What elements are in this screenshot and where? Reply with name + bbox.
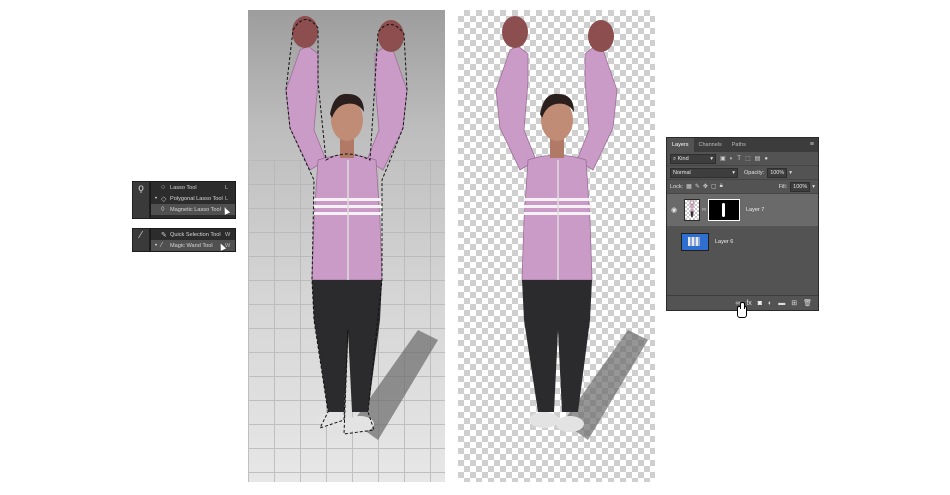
add-mask-icon[interactable]: ◙ [758,300,762,307]
cutout-image-panel [458,10,655,482]
lasso-tool-button[interactable]: ϙ [132,181,150,219]
menu-item-quick-selection-tool[interactable]: ✎ Quick Selection Tool W [151,229,235,240]
tab-channels[interactable]: Channels [694,138,727,152]
lock-transparency-icon[interactable]: ▦ [686,183,692,190]
wand-tool-group: ⁄ ✎ Quick Selection Tool W • ⁄ Magic Wan… [132,228,236,252]
menu-item-polygonal-lasso-tool[interactable]: • ◇ Polygonal Lasso Tool L [151,193,235,204]
lasso-icon: ϙ [138,183,144,194]
opacity-input[interactable]: 100% [767,167,788,178]
lock-artboard-icon[interactable]: ▢ [711,183,717,190]
fill-label: Fill: [778,183,788,190]
filter-type-icon[interactable]: T [737,156,741,162]
original-image-panel [248,10,445,482]
filter-adjustment-icon[interactable]: ◐ [730,156,734,162]
eye-icon[interactable]: ◉ [667,206,681,214]
layer-thumbnail [684,199,700,221]
lock-position-icon[interactable]: ✥ [703,183,708,190]
new-layer-icon[interactable]: ⊞ [791,299,797,307]
magnetic-lasso-icon: ◊ [161,206,165,213]
magic-wand-icon: ⁄ [161,242,163,249]
lock-all-icon[interactable]: 🔒︎ [720,183,723,190]
polygonal-lasso-icon: ◇ [161,195,167,203]
magic-wand-icon: ⁄ [140,230,142,241]
fill-input[interactable]: 100% [790,181,811,192]
lasso-icon: ○ [161,184,166,191]
layers-panel: Layers Channels Paths ≡ ⌕ Kind ▾ ▣ ◐ T ⬚… [666,137,819,311]
panel-tab-bar: Layers Channels Paths ≡ [667,138,818,152]
link-icon[interactable]: ∞ [700,207,708,213]
quick-selection-icon: ✎ [161,231,167,239]
menu-item-lasso-tool[interactable]: ○ Lasso Tool L [151,182,235,193]
fx-icon[interactable]: fx [746,300,751,307]
filter-pixel-icon[interactable]: ▣ [720,155,726,162]
filter-toggle-icon[interactable]: ● [764,156,768,162]
layer-row-layer-7[interactable]: ◉ ∞ Layer 7 [667,194,818,226]
layer-row-layer-6[interactable]: Layer 6 [667,226,818,258]
trash-icon[interactable]: 🗑︎ [803,299,812,307]
adjustment-icon[interactable]: ◐ [768,300,772,307]
magic-wand-tool-button[interactable]: ⁄ [132,228,150,252]
chevron-down-icon: ▾ [732,169,735,176]
chevron-down-icon[interactable]: ▾ [789,170,792,176]
tab-paths[interactable]: Paths [727,138,751,152]
filter-row: ⌕ Kind ▾ ▣ ◐ T ⬚ ▤ ● [667,152,818,166]
blend-mode-select[interactable]: Normal ▾ [670,167,738,178]
layer-filter-select[interactable]: ⌕ Kind ▾ [670,153,716,164]
lock-label: Lock: [670,183,684,190]
filter-shape-icon[interactable]: ⬚ [745,155,751,162]
search-icon: ⌕ [673,155,677,162]
lock-pixels-icon[interactable]: ✎ [695,183,700,190]
blend-row: Normal ▾ Opacity: 100% ▾ [667,166,818,180]
filter-smart-object-icon[interactable]: ▤ [755,155,761,162]
hand-cursor-icon [737,302,747,318]
chevron-down-icon[interactable]: ▾ [812,184,815,190]
opacity-label: Opacity: [744,169,765,176]
layer-name: Layer 6 [715,239,734,245]
layer-mask-thumbnail[interactable] [708,199,740,221]
chevron-down-icon: ▾ [710,155,713,162]
folder-icon[interactable]: ▬ [778,300,785,307]
layer-name: Layer 7 [746,207,765,213]
figure-cutout [495,15,648,440]
figure-with-selection [285,15,438,440]
panel-menu-icon[interactable]: ≡ [810,141,814,148]
tab-layers[interactable]: Layers [667,138,694,152]
lasso-tool-group: ϙ ○ Lasso Tool L • ◇ Polygonal Lasso Too… [132,181,236,219]
layer-thumbnail [681,233,709,251]
lock-row: Lock: ▦ ✎ ✥ ▢ 🔒︎ Fill: 100% ▾ [667,180,818,194]
